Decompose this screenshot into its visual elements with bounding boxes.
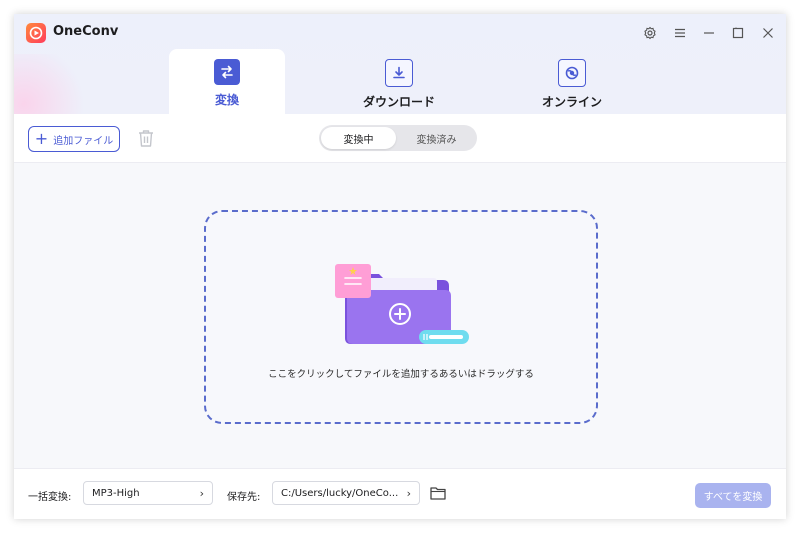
- add-file-label: 追加ファイル: [53, 135, 114, 147]
- minimize-button[interactable]: [699, 23, 719, 43]
- segment-converted[interactable]: 変換済み: [399, 127, 474, 149]
- save-path-value: C:/Users/lucky/OneCo...: [281, 487, 399, 499]
- minimize-icon: [704, 32, 714, 34]
- toolbar: + 追加ファイル 変換中 変換済み: [14, 114, 786, 163]
- tab-download[interactable]: ダウンロード: [341, 49, 457, 114]
- title-bar: OneConv 変換 ダウンロード オンライン: [14, 14, 786, 154]
- convert-all-button[interactable]: すべてを変換: [695, 483, 771, 508]
- tab-label: 変換: [214, 93, 239, 107]
- file-drop-zone[interactable]: ここをクリックしてファイルを追加するあるいはドラッグする: [204, 210, 598, 424]
- tab-label: オンライン: [541, 95, 602, 109]
- app-window: OneConv 変換 ダウンロード オンライン + 追加ファイル 変換中 変換済…: [14, 14, 786, 519]
- save-location-label: 保存先:: [227, 492, 261, 503]
- main-area: ここをクリックしてファイルを追加するあるいはドラッグする: [14, 163, 786, 468]
- gear-icon: [644, 26, 656, 40]
- download-icon: [385, 59, 413, 87]
- trash-icon[interactable]: [137, 128, 155, 148]
- tab-label: ダウンロード: [362, 95, 435, 109]
- chevron-right-icon: ›: [199, 487, 204, 500]
- main-tabs: 変換 ダウンロード オンライン: [14, 49, 786, 114]
- drop-zone-text: ここをクリックしてファイルを追加するあるいはドラッグする: [268, 369, 534, 380]
- maximize-button[interactable]: [728, 23, 748, 43]
- maximize-icon: [732, 27, 744, 39]
- batch-convert-label: 一括変換:: [28, 492, 72, 503]
- close-icon: [763, 28, 773, 38]
- close-button[interactable]: [758, 23, 778, 43]
- plus-icon: +: [34, 129, 49, 148]
- segment-converting[interactable]: 変換中: [321, 127, 396, 149]
- menu-icon: [675, 28, 685, 38]
- tab-convert[interactable]: 変換: [169, 49, 285, 114]
- folder-illustration-icon: [335, 264, 469, 344]
- footer-bar: 一括変換: MP3-High › 保存先: C:/Users/lucky/One…: [14, 468, 786, 519]
- chevron-right-icon: ›: [406, 487, 411, 500]
- batch-format-value: MP3-High: [92, 487, 140, 499]
- online-icon: [558, 59, 586, 87]
- app-title: OneConv: [53, 24, 119, 39]
- convert-icon: [214, 59, 240, 85]
- status-segmented-control: 変換中 変換済み: [319, 125, 477, 151]
- tab-online[interactable]: オンライン: [514, 49, 630, 114]
- batch-format-select[interactable]: MP3-High ›: [83, 481, 213, 505]
- save-path-select[interactable]: C:/Users/lucky/OneCo... ›: [272, 481, 420, 505]
- menu-button[interactable]: [670, 23, 690, 43]
- settings-button[interactable]: [640, 23, 660, 43]
- add-file-button[interactable]: + 追加ファイル: [28, 126, 120, 152]
- app-logo-icon: [26, 23, 46, 43]
- open-folder-icon[interactable]: [429, 484, 447, 502]
